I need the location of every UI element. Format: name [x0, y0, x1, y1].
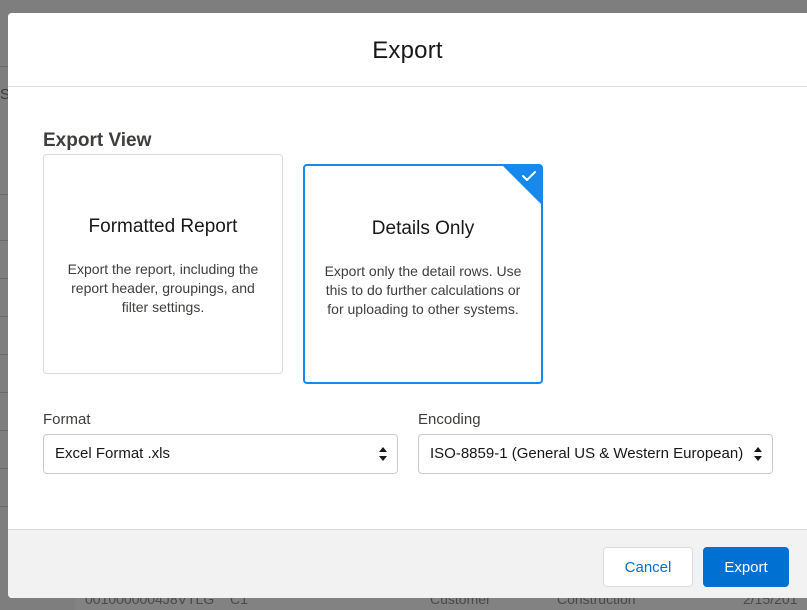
background-divider	[0, 354, 8, 355]
option-title: Details Only	[371, 218, 475, 239]
checkmark-icon	[502, 165, 542, 205]
background-divider	[0, 66, 8, 67]
option-description: Export only the detail rows. Use this to…	[324, 263, 522, 317]
up-down-arrows-icon	[369, 435, 397, 473]
up-down-arrows-icon	[744, 435, 772, 473]
format-select[interactable]: Excel Format .xls	[43, 434, 398, 474]
background-divider	[0, 316, 8, 317]
background-divider	[0, 430, 8, 431]
encoding-selected-value: ISO-8859-1 (General US & Western Europea…	[430, 445, 744, 462]
encoding-select[interactable]: ISO-8859-1 (General US & Western Europea…	[418, 434, 773, 474]
background-divider	[0, 468, 8, 469]
format-selected-value: Excel Format .xls	[55, 445, 171, 462]
modal-title: Export	[372, 36, 443, 64]
encoding-label: Encoding	[418, 411, 481, 428]
background-divider	[0, 506, 8, 507]
cancel-button[interactable]: Cancel	[603, 547, 693, 587]
option-title: Formatted Report	[88, 216, 238, 237]
background-divider	[0, 278, 8, 279]
export-view-heading: Export View	[43, 130, 152, 151]
details-only-option[interactable]: Details Only Export only the detail rows…	[303, 164, 543, 384]
export-modal: Export Export View Formatted Report Expo…	[8, 13, 807, 598]
modal-footer: Cancel Export	[8, 529, 807, 598]
background-divider	[0, 194, 8, 195]
modal-header: Export	[8, 13, 807, 87]
option-description: Export the report, including the report …	[67, 261, 259, 315]
background-divider	[0, 392, 8, 393]
formatted-report-option[interactable]: Formatted Report Export the report, incl…	[43, 154, 283, 374]
format-label: Format	[43, 411, 91, 428]
export-button[interactable]: Export	[703, 547, 789, 587]
background-divider	[0, 240, 8, 241]
